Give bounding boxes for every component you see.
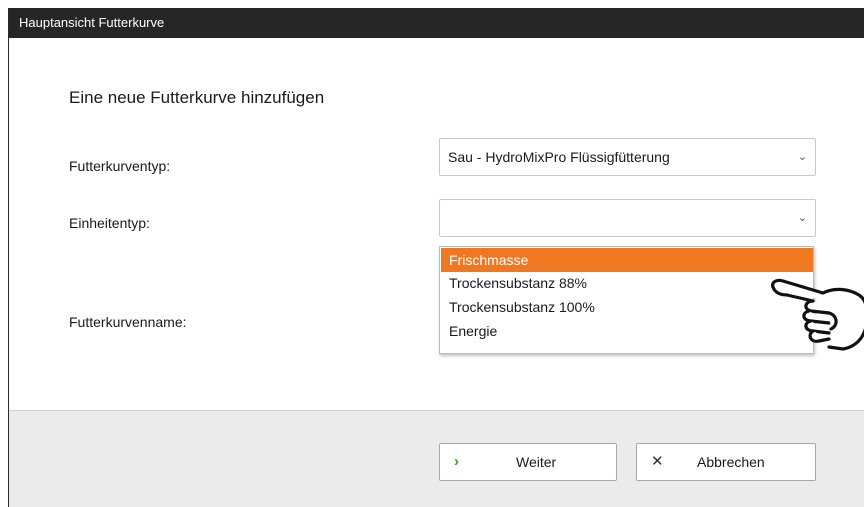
unit-type-dropdown: Frischmasse Trockensubstanz 88% Trockens…: [439, 246, 814, 354]
unit-type-label: Einheitentyp:: [69, 215, 150, 231]
chevron-right-icon: ›: [454, 453, 459, 470]
option-trockensubstanz-88[interactable]: Trockensubstanz 88%: [441, 272, 813, 296]
dialog-footer: › Weiter ✕ Abbrechen: [9, 410, 864, 507]
option-energie[interactable]: Energie: [441, 320, 813, 344]
option-frischmasse[interactable]: Frischmasse: [441, 248, 813, 272]
cancel-button-label: Abbrechen: [697, 454, 765, 470]
pointing-hand-icon: [771, 278, 864, 351]
next-button[interactable]: › Weiter: [439, 443, 617, 481]
form-heading: Eine neue Futterkurve hinzufügen: [69, 88, 325, 107]
next-button-label: Weiter: [516, 454, 557, 470]
cancel-button[interactable]: ✕ Abbrechen: [636, 443, 816, 481]
curve-type-select[interactable]: Sau - HydroMixPro Flüssigfütterung ⌄: [439, 138, 816, 176]
close-icon: ✕: [651, 453, 664, 470]
chevron-down-icon: ⌄: [797, 151, 807, 163]
window-title: Hauptansicht Futterkurve: [9, 8, 864, 38]
curve-type-label: Futterkurventyp:: [69, 158, 171, 174]
curve-type-value: Sau - HydroMixPro Flüssigfütterung: [448, 149, 670, 165]
option-trockensubstanz-100[interactable]: Trockensubstanz 100%: [441, 296, 813, 320]
feed-curve-dialog: Hauptansicht Futterkurve Eine neue Futte…: [8, 8, 864, 507]
curve-name-label: Futterkurvenname:: [69, 314, 187, 330]
chevron-down-icon: ⌄: [797, 212, 807, 224]
unit-type-select[interactable]: ⌄: [439, 199, 816, 237]
